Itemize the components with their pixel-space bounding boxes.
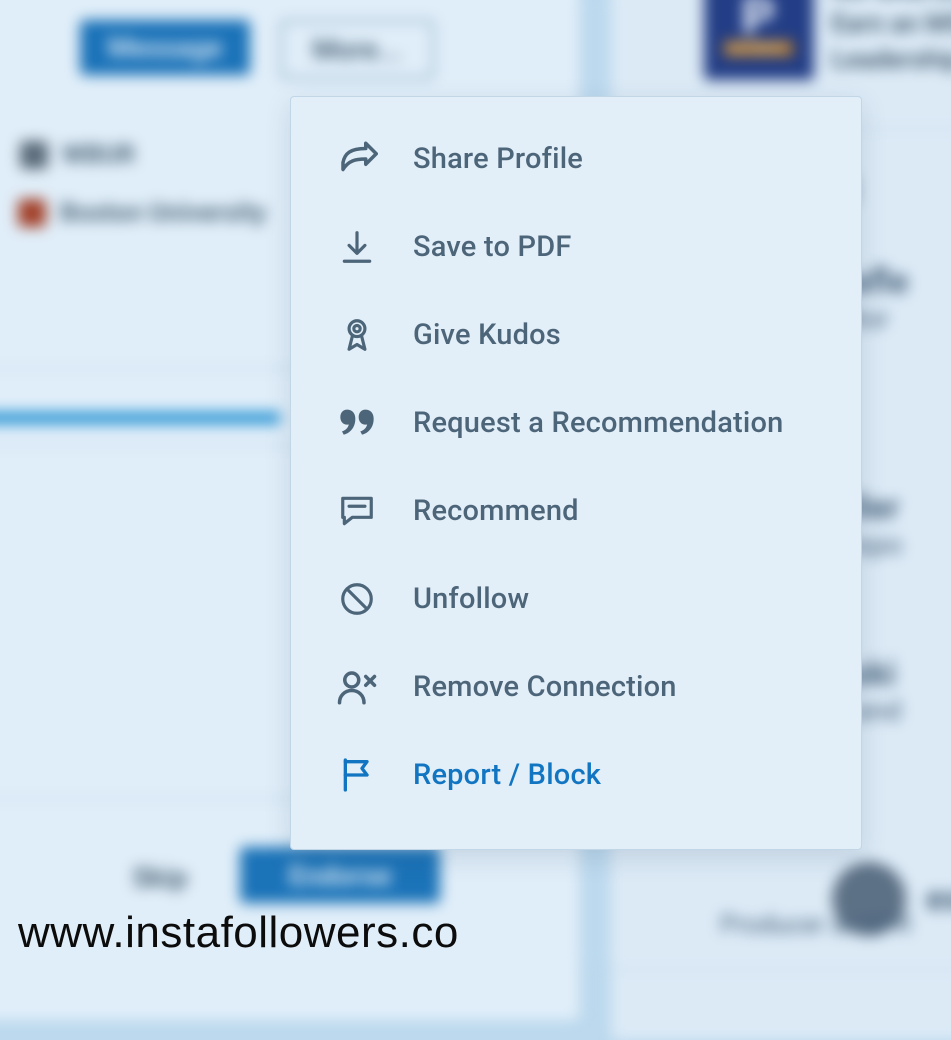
message-button-label: Message xyxy=(108,31,222,64)
skip-button-label: Skip xyxy=(133,861,188,894)
menu-item-request-recommendation[interactable]: Request a Recommendation xyxy=(291,379,861,467)
experience-item-label: Boston University xyxy=(60,198,266,228)
promo-text: NO GRE/GMAT Earn an MS in M Leadership O… xyxy=(832,0,951,78)
share-icon xyxy=(335,137,379,181)
sidebar-person-sub: Producer at NPR xyxy=(720,910,912,940)
menu-item-label: Request a Recommendation xyxy=(413,406,784,440)
comment-icon xyxy=(335,489,379,533)
menu-item-label: Unfollow xyxy=(413,582,529,616)
endorse-button-label: Endorse xyxy=(289,859,392,892)
promo-ad[interactable]: P BUSINESS NO GRE/GMAT Earn an MS in M L… xyxy=(704,0,951,80)
menu-item-share-profile[interactable]: Share Profile xyxy=(291,115,861,203)
message-button[interactable]: Message xyxy=(80,20,250,75)
menu-item-label: Recommend xyxy=(413,494,579,528)
award-icon xyxy=(335,313,379,357)
experience-item-label: WBUR xyxy=(62,140,135,170)
bu-logo-icon xyxy=(18,199,46,227)
watermark-text: www.instafollowers.co xyxy=(18,908,459,958)
menu-item-label: Report / Block xyxy=(413,758,601,792)
flag-icon xyxy=(335,753,379,797)
more-button[interactable]: More... xyxy=(280,20,434,79)
menu-item-report-block[interactable]: Report / Block xyxy=(291,731,861,819)
more-dropdown-menu: Share Profile Save to PDF Give Kudos Req… xyxy=(290,96,862,850)
sidebar-person-name: essle xyxy=(926,879,951,919)
menu-item-label: Remove Connection xyxy=(413,670,677,704)
menu-item-label: Give Kudos xyxy=(413,318,561,352)
menu-item-save-pdf[interactable]: Save to PDF xyxy=(291,203,861,291)
experience-item-bu[interactable]: Boston University xyxy=(18,198,266,228)
quote-icon xyxy=(335,401,379,445)
menu-item-recommend[interactable]: Recommend xyxy=(291,467,861,555)
more-button-label: More... xyxy=(312,33,401,66)
menu-item-label: Share Profile xyxy=(413,142,583,176)
endorse-button[interactable]: Endorse xyxy=(240,847,440,903)
skip-button[interactable]: Skip xyxy=(110,850,210,904)
promo-logo-icon: P BUSINESS xyxy=(704,0,814,80)
section-highlight xyxy=(0,412,280,424)
download-icon xyxy=(335,225,379,269)
menu-item-give-kudos[interactable]: Give Kudos xyxy=(291,291,861,379)
block-icon xyxy=(335,577,379,621)
wbur-logo-icon xyxy=(20,141,48,169)
experience-item-wbur[interactable]: WBUR xyxy=(20,140,135,170)
remove-user-icon xyxy=(335,665,379,709)
menu-item-remove-connection[interactable]: Remove Connection xyxy=(291,643,861,731)
menu-item-label: Save to PDF xyxy=(413,230,572,264)
menu-item-unfollow[interactable]: Unfollow xyxy=(291,555,861,643)
